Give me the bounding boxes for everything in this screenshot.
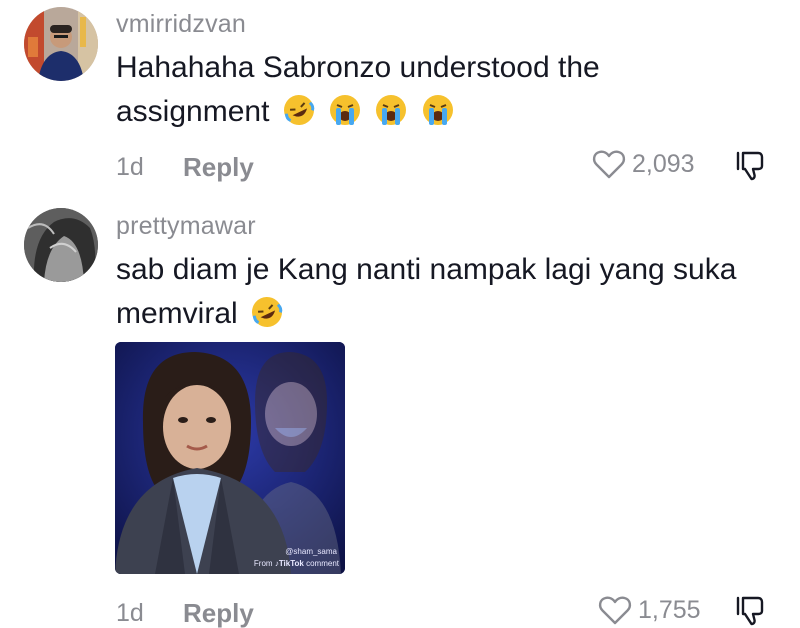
crying-emoji — [374, 93, 408, 127]
avatar[interactable] — [24, 7, 98, 81]
watermark-prefix: From — [253, 559, 273, 568]
comment-username[interactable]: vmirridzvan — [116, 10, 246, 39]
dislike-icon[interactable] — [734, 594, 768, 628]
comment-username[interactable]: prettymawar — [116, 212, 256, 241]
comment-text-line-2: memviral — [116, 292, 766, 336]
crying-emoji — [421, 93, 455, 127]
like-count: 2,093 — [632, 149, 695, 178]
comment-text-line: Hahahaha Sabronzo understood the — [116, 51, 600, 84]
video-thumbnail — [115, 342, 345, 574]
comment-time: 1d — [116, 153, 144, 181]
watermark-suffix: comment — [306, 559, 339, 568]
dislike-icon[interactable] — [734, 149, 768, 183]
reply-button[interactable]: Reply — [183, 152, 254, 183]
avatar-photo — [24, 7, 98, 81]
rofl-emoji — [282, 93, 316, 127]
watermark-source: From ♪TikTok comment — [254, 559, 339, 568]
comment-text: sab diam je Kang nanti nampak lagi yang … — [116, 248, 766, 336]
comment-text-line-2: assignment — [116, 90, 766, 134]
crying-emoji — [328, 93, 362, 127]
comment-time: 1d — [116, 599, 144, 627]
avatar-photo — [24, 208, 98, 282]
comment-video-attachment[interactable]: @sham_sama From ♪TikTok comment — [115, 342, 345, 574]
like-button[interactable]: 1,755 — [598, 594, 701, 626]
like-button[interactable]: 2,093 — [592, 148, 695, 180]
avatar[interactable] — [24, 208, 98, 282]
watermark-username: @sham_sama — [285, 547, 337, 556]
watermark-brand: TikTok — [278, 559, 304, 568]
heart-icon[interactable] — [598, 594, 632, 626]
comment-text-tail: assignment — [116, 95, 270, 128]
like-count: 1,755 — [638, 595, 701, 624]
comment-text-line: sab diam je Kang nanti nampak lagi yang … — [116, 253, 737, 286]
rofl-emoji — [250, 295, 284, 329]
comment-text-tail: memviral — [116, 297, 238, 330]
comment-text: Hahahaha Sabronzo understood the assignm… — [116, 46, 766, 134]
reply-button[interactable]: Reply — [183, 598, 254, 628]
heart-icon[interactable] — [592, 148, 626, 180]
